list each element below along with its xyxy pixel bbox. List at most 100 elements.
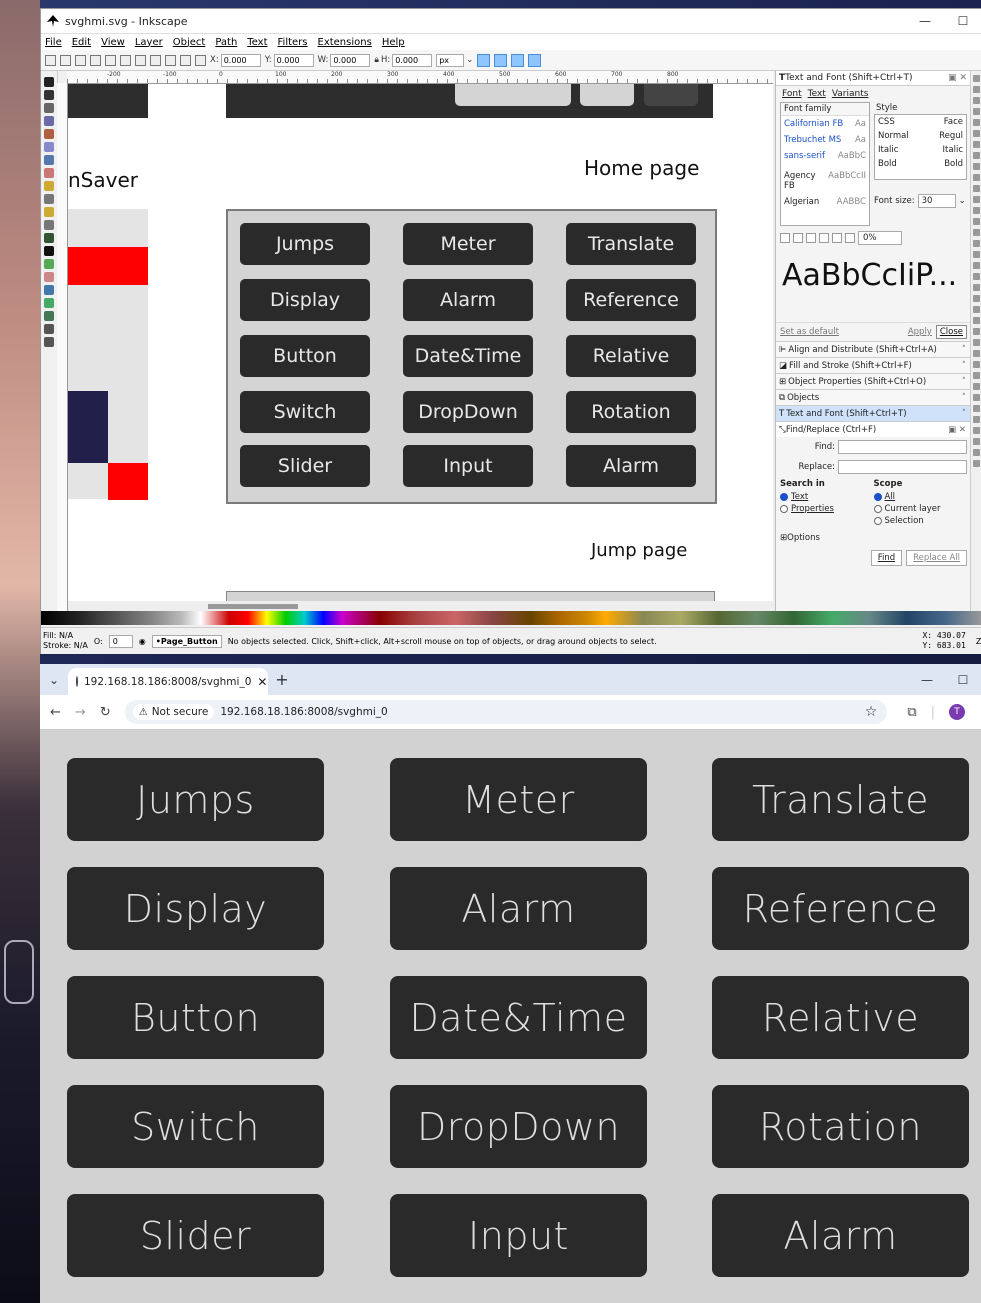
radio-off-icon[interactable] [873, 505, 882, 513]
canvas-button-alarm[interactable]: Alarm [566, 445, 696, 487]
command-icon[interactable] [973, 350, 980, 357]
command-icon[interactable] [973, 416, 980, 423]
text-tool-icon[interactable] [44, 246, 54, 256]
font-size-input[interactable]: 30 [917, 194, 956, 208]
zoom-tool-icon[interactable] [44, 116, 54, 126]
chevron-down-icon[interactable]: ⌄ [959, 196, 966, 206]
command-icon[interactable] [973, 174, 980, 181]
hmi-button-alarm[interactable]: Alarm [712, 1194, 969, 1277]
command-icon[interactable] [973, 86, 980, 93]
move-patterns-icon[interactable] [528, 53, 542, 67]
pen-tool-icon[interactable] [44, 220, 54, 230]
command-icon[interactable] [973, 383, 980, 390]
canvas-button-slider[interactable]: Slider [240, 445, 370, 487]
back-icon[interactable]: ← [50, 705, 61, 720]
minimize-icon[interactable]: — [906, 14, 944, 28]
minimize-icon[interactable]: — [909, 673, 945, 687]
command-icon[interactable] [973, 449, 980, 456]
canvas-button-relative[interactable]: Relative [566, 335, 696, 377]
gradient-tool-icon[interactable] [44, 298, 54, 308]
bookmark-star-icon[interactable]: ☆ [865, 704, 878, 720]
style-list[interactable]: CSS Face Normal Regul Italic Italic Bold Bold [874, 114, 967, 180]
rotate-ccw-icon[interactable] [90, 54, 101, 66]
drawing-canvas[interactable]: nSaver Home page Jumps Meter Translate Disp… [68, 84, 773, 604]
x-input[interactable] [220, 53, 261, 67]
tab-variants[interactable]: Variants [832, 89, 869, 99]
radio-on-icon[interactable] [873, 493, 882, 501]
font-family-item[interactable]: Californian FB Aa [781, 116, 869, 132]
layer-visibility-icon[interactable]: ◉ [139, 637, 146, 646]
opacity-input[interactable]: 0 [108, 634, 133, 648]
browser-tab[interactable]: 192.168.18.186:8008/svghmi_0 ✕ [68, 668, 268, 695]
menu-item-object[interactable]: Object [173, 37, 206, 48]
hmi-button-reference[interactable]: Reference [712, 867, 969, 950]
unit-chevron-icon[interactable]: ⌄ [466, 55, 473, 65]
command-icon[interactable] [973, 284, 980, 291]
vertical-text-icon[interactable] [845, 233, 855, 243]
replace-input[interactable] [838, 460, 967, 474]
style-item[interactable]: CSS Face [875, 115, 966, 129]
hmi-button-slider[interactable]: Slider [67, 1194, 324, 1277]
raise-top-icon[interactable] [150, 54, 161, 66]
hmi-button-relative[interactable]: Relative [712, 976, 969, 1059]
hmi-button-input[interactable]: Input [390, 1194, 647, 1277]
current-layer-select[interactable]: •Page_Button [151, 634, 222, 648]
search-text-radio[interactable]: Text [780, 492, 874, 502]
close-button[interactable]: Close [935, 325, 967, 339]
connector-tool-icon[interactable] [44, 337, 54, 347]
radio-off-icon[interactable] [873, 517, 882, 525]
command-icon[interactable] [973, 251, 980, 258]
canvas-button-jumps[interactable]: Jumps [240, 223, 370, 265]
scale-corners-icon[interactable] [494, 53, 508, 67]
find-input[interactable] [838, 440, 967, 454]
command-icon[interactable] [973, 317, 980, 324]
maximize-icon[interactable]: ☐ [944, 14, 981, 28]
panel-objects[interactable]: ⧉ Objects ˄ [776, 389, 971, 405]
panel-align-and-distribute[interactable]: ⊫ Align and Distribute (Shift+Ctrl+A) ˄ [776, 341, 971, 357]
command-icon[interactable] [973, 218, 980, 225]
ellipse-tool-icon[interactable] [44, 168, 54, 178]
hmi-button-display[interactable]: Display [67, 867, 324, 950]
chevron-up-icon[interactable]: ˄ [962, 409, 966, 419]
command-icon[interactable] [973, 394, 980, 401]
close-icon[interactable]: ▣ ✕ [948, 425, 966, 435]
command-icon[interactable] [973, 185, 980, 192]
style-item[interactable]: Italic Italic [875, 143, 966, 157]
chevron-up-icon[interactable]: ˄ [962, 377, 966, 387]
command-icon[interactable] [973, 141, 980, 148]
calligraphy-tool-icon[interactable] [44, 233, 54, 243]
chevron-up-icon[interactable]: ˄ [962, 393, 966, 403]
canvas-button-meter[interactable]: Meter [403, 223, 533, 265]
hmi-button-meter[interactable]: Meter [390, 758, 647, 841]
canvas-button-display[interactable]: Display [240, 279, 370, 321]
flip-vertical-icon[interactable] [135, 54, 146, 66]
lower-icon[interactable] [180, 54, 191, 66]
menu-item-layer[interactable]: Layer [135, 37, 163, 48]
align-right-icon[interactable] [806, 233, 816, 243]
scope-layer-radio[interactable]: Current layer [873, 504, 968, 514]
canvas-button-button[interactable]: Button [240, 335, 370, 377]
eraser-tool-icon[interactable] [44, 272, 54, 282]
scroll-thumb[interactable] [208, 604, 298, 609]
chevron-up-icon[interactable]: ˄ [962, 345, 966, 355]
horizontal-scrollbar[interactable] [68, 601, 773, 611]
w-input[interactable] [330, 53, 371, 67]
canvas-button-switch[interactable]: Switch [240, 391, 370, 433]
line-spacing-input[interactable]: 0% [858, 231, 902, 245]
set-default-button[interactable]: Set as default [780, 327, 839, 337]
3d-box-tool-icon[interactable] [44, 155, 54, 165]
command-icon[interactable] [973, 119, 980, 126]
y-input[interactable] [273, 53, 314, 67]
hmi-button-alarm[interactable]: Alarm [390, 867, 647, 950]
command-icon[interactable] [973, 240, 980, 247]
command-icon[interactable] [973, 97, 980, 104]
color-palette[interactable] [41, 611, 981, 625]
command-icon[interactable] [973, 339, 980, 346]
move-gradients-icon[interactable] [511, 53, 525, 67]
font-family-item[interactable]: sans-serif AaBbC [781, 148, 869, 164]
h-input[interactable] [392, 53, 433, 67]
canvas-button-rotation[interactable]: Rotation [566, 391, 696, 433]
hmi-button-date-and-time[interactable]: Date&Time [390, 976, 647, 1059]
canvas-button-alarm[interactable]: Alarm [403, 279, 533, 321]
command-icon[interactable] [973, 130, 980, 137]
